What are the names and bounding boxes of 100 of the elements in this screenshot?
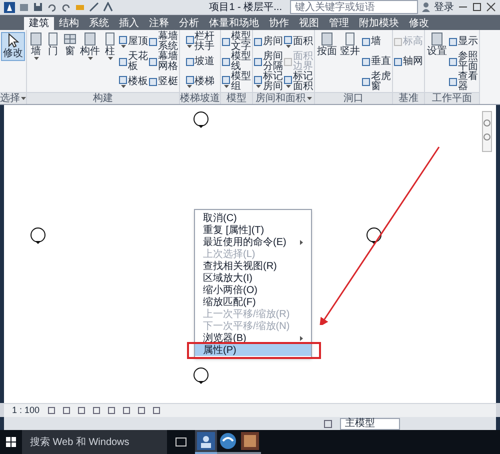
tool-icon bbox=[394, 38, 402, 46]
ribbon-tab[interactable]: 体量和场地 bbox=[204, 17, 264, 30]
tool-icon bbox=[449, 38, 457, 46]
tool-button[interactable]: 屋顶 bbox=[119, 32, 148, 52]
tool-icon bbox=[149, 78, 157, 86]
ribbon-tab[interactable]: 修改 bbox=[404, 17, 434, 30]
tool-icon bbox=[430, 32, 444, 46]
tool-button[interactable]: 修改 bbox=[1, 32, 25, 61]
task-view-icon[interactable] bbox=[175, 436, 187, 448]
tool-button[interactable]: 墙 bbox=[362, 32, 391, 52]
tool-icon bbox=[119, 36, 127, 44]
tool-button[interactable]: 门 bbox=[45, 32, 61, 58]
search-field[interactable]: 键入关键字或短语 bbox=[290, 0, 418, 14]
menu-item[interactable]: 缩小两倍(O) bbox=[195, 284, 311, 296]
tool-button[interactable]: 查看器 bbox=[449, 72, 478, 92]
tool-button[interactable]: 楼梯 bbox=[186, 72, 214, 92]
tool-button[interactable]: 显示 bbox=[449, 32, 478, 52]
tool-button[interactable]: 面积 bbox=[284, 32, 313, 52]
tool-button[interactable]: 天花板 bbox=[119, 52, 148, 72]
tool-button[interactable]: 老虎窗 bbox=[362, 72, 391, 92]
menu-item[interactable]: 浏览器(B) bbox=[195, 332, 311, 344]
filter-icon[interactable] bbox=[324, 420, 332, 428]
tool-icon bbox=[83, 32, 97, 46]
tool-button[interactable]: 设置 bbox=[426, 32, 448, 58]
tool-button[interactable]: 模型文字 bbox=[222, 32, 251, 52]
panel-label: 模型 bbox=[226, 93, 246, 104]
ribbon-tab[interactable]: 注释 bbox=[144, 17, 174, 30]
submenu-arrow-icon bbox=[300, 336, 303, 340]
tool-icon bbox=[362, 58, 370, 66]
panel-label: 选择 bbox=[0, 93, 20, 104]
ribbon-tab[interactable]: 视图 bbox=[294, 17, 324, 30]
menu-item[interactable]: 缩放匹配(F) bbox=[195, 296, 311, 308]
tool-button[interactable]: 标记房间 bbox=[254, 72, 283, 92]
menu-item[interactable]: 区域放大(I) bbox=[195, 272, 311, 284]
panel-label: 楼梯坡道 bbox=[180, 93, 220, 104]
caret-icon bbox=[108, 57, 112, 60]
angle-icon[interactable] bbox=[103, 2, 113, 12]
tool-button[interactable]: 垂直 bbox=[362, 52, 391, 72]
elevation-marker-icon bbox=[30, 227, 46, 245]
tool-icon bbox=[449, 78, 457, 86]
pointer-icon bbox=[6, 33, 20, 48]
ribbon-tab[interactable]: 协作 bbox=[264, 17, 294, 30]
menu-item[interactable]: 查找相关视图(R) bbox=[195, 260, 311, 272]
tool-icon bbox=[186, 36, 194, 44]
tool-button[interactable]: 房间 bbox=[254, 32, 283, 52]
tool-icon bbox=[362, 38, 370, 46]
tool-button[interactable]: 竖井 bbox=[339, 32, 361, 58]
tool-button[interactable]: 竖梃 bbox=[149, 72, 178, 92]
tool-button[interactable]: 窗 bbox=[62, 32, 78, 58]
sign-in-button[interactable]: 登录 bbox=[434, 0, 454, 14]
ribbon-tab[interactable]: 插入 bbox=[114, 17, 144, 30]
model-field[interactable]: 主模型 bbox=[340, 418, 400, 430]
tool-button[interactable]: 轴网 bbox=[394, 52, 423, 72]
tool-icon bbox=[254, 38, 262, 46]
tool-button[interactable]: 模型线 bbox=[222, 52, 251, 72]
tool-button[interactable]: 构件 bbox=[79, 32, 101, 61]
menu-item[interactable]: 属性(P) bbox=[195, 344, 311, 356]
tool-icon bbox=[449, 58, 457, 66]
app-menu-icon[interactable] bbox=[4, 2, 15, 12]
ribbon-tab[interactable]: 分析 bbox=[174, 17, 204, 30]
menu-item[interactable]: 取消(C) bbox=[195, 212, 311, 224]
tool-button[interactable]: 柱 bbox=[102, 32, 118, 61]
tool-button[interactable]: 幕墙系统 bbox=[149, 32, 178, 52]
ribbon-tab[interactable]: 系统 bbox=[84, 17, 114, 30]
tool-button[interactable]: 幕墙网格 bbox=[149, 52, 178, 72]
ribbon-tab[interactable]: 结构 bbox=[54, 17, 84, 30]
redo-icon[interactable] bbox=[61, 2, 71, 12]
tool-icon bbox=[320, 32, 334, 46]
windows-start-icon[interactable] bbox=[6, 437, 16, 447]
menu-item[interactable]: 最近使用的命令(E) bbox=[195, 236, 311, 248]
tool-button[interactable]: 栏杆扶手 bbox=[186, 32, 214, 52]
ribbon-tab[interactable]: 附加模块 bbox=[354, 17, 404, 30]
panel-label: 构建 bbox=[93, 93, 113, 104]
elevation-marker-icon bbox=[193, 367, 209, 385]
navigation-bar[interactable] bbox=[482, 111, 492, 152]
tool-button[interactable]: 参照平面 bbox=[449, 52, 478, 72]
line-icon[interactable] bbox=[89, 2, 99, 12]
undo-icon[interactable] bbox=[47, 2, 57, 12]
ribbon-tab[interactable]: 管理 bbox=[324, 17, 354, 30]
tool-icon bbox=[222, 76, 230, 84]
tool-icon bbox=[119, 58, 127, 66]
app-icon[interactable] bbox=[197, 432, 215, 450]
tool-button[interactable]: 墙 bbox=[28, 32, 44, 61]
tool-button[interactable]: 房间分隔 bbox=[254, 52, 283, 72]
maximize-icon[interactable] bbox=[472, 2, 482, 12]
taskbar-search-field[interactable]: 搜索 Web 和 Windows bbox=[22, 430, 167, 454]
tool-icon bbox=[394, 58, 402, 66]
tool-icon bbox=[186, 58, 194, 66]
tool-button[interactable]: 按面 bbox=[316, 32, 338, 58]
ribbon-tab[interactable]: 建筑 bbox=[24, 17, 54, 30]
menu-item[interactable]: 重复 [属性](T) bbox=[195, 224, 311, 236]
tool-button[interactable]: 楼板 bbox=[119, 72, 148, 92]
tool-button[interactable]: 坡道 bbox=[186, 52, 214, 72]
tool-button[interactable]: 模型组 bbox=[222, 72, 251, 92]
save-icon[interactable] bbox=[33, 2, 43, 12]
close-icon[interactable] bbox=[486, 2, 496, 12]
tool-icon bbox=[362, 78, 370, 86]
tool-button[interactable]: 标记面积 bbox=[284, 72, 313, 92]
view-scale[interactable]: 1 : 100 bbox=[12, 404, 40, 418]
tool-icon bbox=[63, 32, 77, 46]
